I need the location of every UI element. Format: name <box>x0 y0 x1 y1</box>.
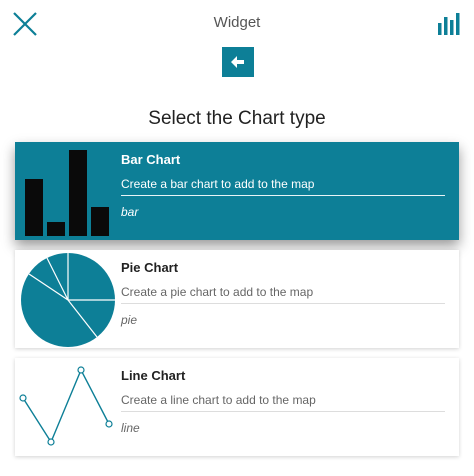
chart-type-code: pie <box>121 313 138 327</box>
pie-chart-thumbnail <box>21 253 115 347</box>
chart-type-description: Create a bar chart to add to the map <box>121 177 445 196</box>
header: Widget <box>0 0 474 48</box>
chart-menu-button[interactable] <box>436 11 464 37</box>
chart-type-pie[interactable]: Pie Chart Create a pie chart to add to t… <box>15 250 459 348</box>
section-heading: Select the Chart type <box>148 108 326 129</box>
chart-type-name: Pie Chart <box>121 260 179 275</box>
chart-type-line[interactable]: Line Chart Create a line chart to add to… <box>15 358 459 456</box>
bar-chart-icon <box>438 13 460 35</box>
chart-type-name: Line Chart <box>121 368 186 383</box>
back-button[interactable] <box>222 47 254 77</box>
chart-type-bar[interactable]: Bar Chart Create a bar chart to add to t… <box>15 142 459 240</box>
arrow-left-icon <box>231 56 244 68</box>
chart-type-description: Create a pie chart to add to the map <box>121 285 445 304</box>
bar-chart-thumbnail <box>25 150 109 236</box>
chart-type-code: line <box>121 421 140 435</box>
page-title: Widget <box>213 14 261 31</box>
line-chart-thumbnail <box>19 366 113 446</box>
chart-type-name: Bar Chart <box>121 152 181 167</box>
chart-type-code: bar <box>121 205 139 219</box>
chart-type-description: Create a line chart to add to the map <box>121 393 445 412</box>
